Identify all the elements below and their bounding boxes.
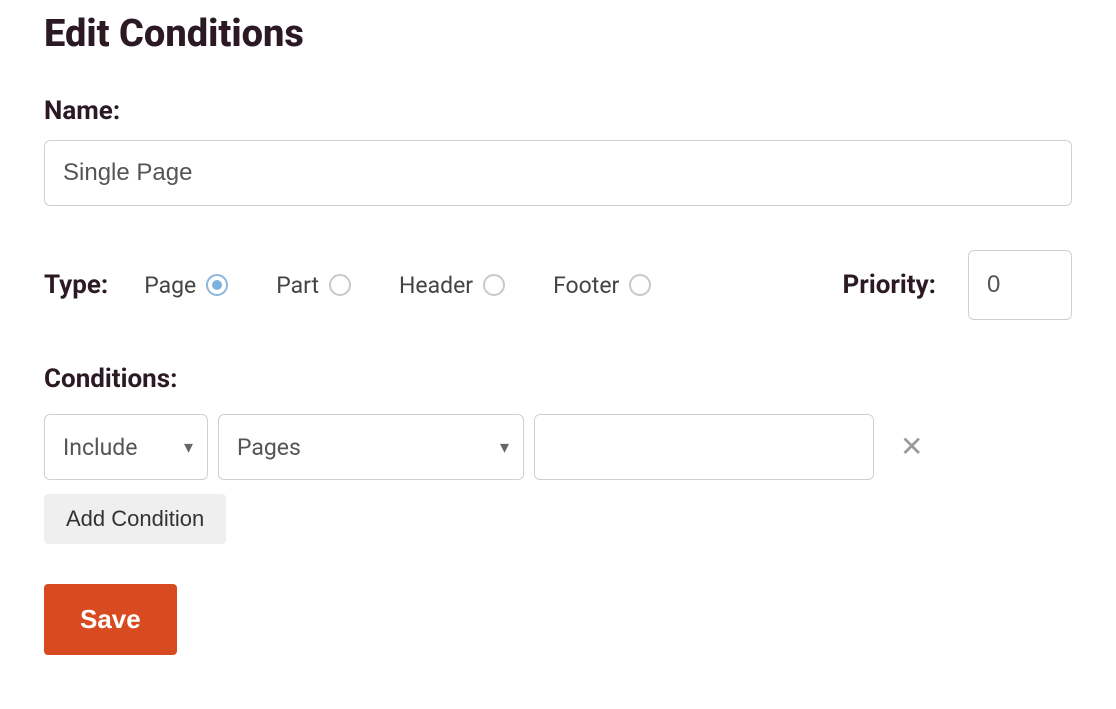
type-option-label: Part (276, 272, 319, 299)
conditions-label: Conditions: (44, 364, 1072, 394)
condition-scope-select[interactable]: Pages ▾ (218, 414, 524, 480)
page-title: Edit Conditions (44, 12, 1072, 56)
add-condition-button[interactable]: Add Condition (44, 494, 226, 544)
type-option-part[interactable]: Part (276, 272, 351, 299)
priority-field: Priority: (843, 250, 1072, 320)
chevron-down-icon: ▾ (500, 437, 509, 458)
type-row: Type: Page Part Header Footer Priority: (44, 250, 1072, 320)
condition-scope-value: Pages (237, 434, 301, 461)
priority-label: Priority: (843, 270, 936, 300)
type-option-footer[interactable]: Footer (553, 272, 651, 299)
type-label: Type: (44, 270, 108, 300)
condition-mode-select[interactable]: Include ▾ (44, 414, 208, 480)
conditions-section: Conditions: Include ▾ Pages ▾ ✕ Add Cond… (44, 364, 1072, 584)
name-field: Name: (44, 96, 1072, 206)
radio-icon (206, 274, 228, 296)
type-radio-group: Page Part Header Footer (144, 272, 842, 299)
condition-row: Include ▾ Pages ▾ ✕ (44, 414, 1072, 480)
name-input[interactable] (44, 140, 1072, 206)
radio-icon (483, 274, 505, 296)
priority-input[interactable] (968, 250, 1072, 320)
save-button[interactable]: Save (44, 584, 177, 655)
type-option-label: Header (399, 272, 473, 299)
remove-condition-icon[interactable]: ✕ (900, 433, 923, 461)
type-option-header[interactable]: Header (399, 272, 505, 299)
condition-mode-value: Include (63, 434, 137, 461)
condition-value-input[interactable] (534, 414, 874, 480)
radio-icon (329, 274, 351, 296)
type-option-page[interactable]: Page (144, 272, 228, 299)
type-option-label: Footer (553, 272, 619, 299)
name-label: Name: (44, 96, 1072, 126)
radio-icon (629, 274, 651, 296)
chevron-down-icon: ▾ (184, 437, 193, 458)
type-option-label: Page (144, 272, 196, 299)
